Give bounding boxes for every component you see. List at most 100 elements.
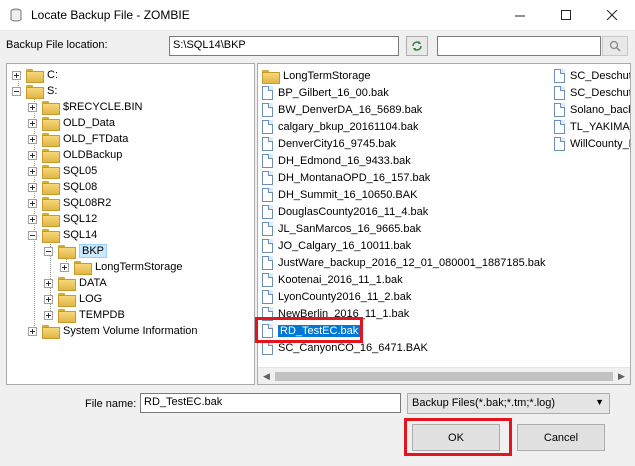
cancel-label: Cancel [543, 431, 579, 444]
expand-icon[interactable] [12, 70, 21, 80]
file-icon [262, 289, 273, 304]
file-item[interactable]: DouglasCounty2016_11_4.bak [262, 203, 428, 220]
search-input[interactable] [437, 36, 601, 56]
file-item[interactable]: TL_YAKIMA_ [554, 118, 631, 135]
tree-item[interactable]: C: [12, 67, 58, 83]
file-item[interactable]: DH_MontanaOPD_16_157.bak [262, 169, 430, 186]
tree-item[interactable]: OLD_Data [28, 115, 115, 131]
tree-item[interactable]: System Volume Information [28, 323, 198, 339]
file-item[interactable]: Kootenai_2016_11_1.bak [262, 271, 403, 288]
collapse-icon[interactable] [28, 230, 37, 240]
file-item[interactable]: LyonCounty2016_11_2.bak [262, 288, 411, 305]
file-item-label: SC_Deschute [570, 69, 630, 82]
tree-item-label: SQL05 [63, 165, 98, 177]
folder-icon [58, 309, 76, 323]
folder-icon [262, 69, 280, 84]
expand-icon[interactable] [28, 102, 37, 112]
file-icon [262, 204, 273, 219]
file-item[interactable]: BW_DenverDA_16_5689.bak [262, 101, 422, 118]
tree-item[interactable]: OLDBackup [28, 147, 122, 163]
tree-item[interactable]: OLD_FTData [28, 131, 128, 147]
file-item[interactable]: NewBerlin_2016_11_1.bak [262, 305, 409, 322]
file-item-label: RD_TestEC.bak [278, 324, 361, 337]
tree-item[interactable]: $RECYCLE.BIN [28, 99, 142, 115]
file-item[interactable]: SC_CanyonCO_16_6471.BAK [262, 339, 428, 356]
file-list[interactable]: LongTermStorage BP_Gilbert_16_00.bak BW_De… [257, 63, 631, 385]
tree-item[interactable]: DATA [44, 275, 107, 291]
tree-item[interactable]: BKP [44, 243, 108, 259]
tree-item-label: OLD_FTData [63, 133, 129, 145]
expand-icon[interactable] [28, 134, 37, 144]
tree-item[interactable]: SQL14 [28, 227, 97, 243]
tree-item[interactable]: S: [12, 83, 57, 99]
file-item[interactable]: SC_Deschute [554, 67, 630, 84]
ok-button[interactable]: OK [412, 424, 500, 451]
folder-icon [42, 197, 60, 211]
ok-label: OK [448, 431, 464, 444]
folder-tree[interactable]: C: S: $RECYCLE.BIN OLD_Data OLD_FTData OLDBac… [6, 63, 255, 385]
file-item[interactable]: WillCounty_L [554, 135, 630, 152]
file-item[interactable]: DH_Summit_16_10650.BAK [262, 186, 417, 203]
expand-icon[interactable] [28, 150, 37, 160]
horizontal-scrollbar[interactable]: ◀ ▶ [258, 367, 630, 384]
maximize-button[interactable] [543, 0, 589, 31]
file-item-label: LongTermStorage [283, 69, 371, 82]
file-icon [262, 85, 273, 100]
tree-item[interactable]: SQL08 [28, 179, 97, 195]
expand-icon[interactable] [44, 310, 53, 320]
expand-icon[interactable] [28, 198, 37, 208]
file-item-label: DenverCity16_9745.bak [278, 137, 397, 150]
file-item[interactable]: JL_SanMarcos_16_9665.bak [262, 220, 421, 237]
file-item[interactable]: BP_Gilbert_16_00.bak [262, 84, 389, 101]
folder-icon [42, 325, 60, 339]
file-item-label: BW_DenverDA_16_5689.bak [278, 103, 423, 116]
expand-icon[interactable] [28, 326, 37, 336]
file-item[interactable]: DH_Edmond_16_9433.bak [262, 152, 411, 169]
expand-icon[interactable] [60, 262, 69, 272]
tree-item-label: SQL12 [63, 213, 98, 225]
expand-icon[interactable] [28, 166, 37, 176]
folder-icon [42, 149, 60, 163]
file-name-label: File name: [85, 398, 137, 410]
expand-icon[interactable] [28, 214, 37, 224]
file-item[interactable]: Solano_back [554, 101, 630, 118]
refresh-button[interactable] [406, 36, 428, 56]
cancel-button[interactable]: Cancel [517, 424, 605, 451]
file-name-input[interactable]: RD_TestEC.bak [140, 393, 401, 413]
file-item-label: TL_YAKIMA_ [570, 120, 631, 133]
tree-item[interactable]: TEMPDB [44, 307, 125, 323]
scrollbar-thumb[interactable] [275, 372, 613, 381]
expand-icon[interactable] [28, 118, 37, 128]
collapse-icon[interactable] [12, 86, 21, 96]
file-item[interactable]: JustWare_backup_2016_12_01_080001_188718… [262, 254, 546, 271]
file-item[interactable]: SC_Deschute [554, 84, 630, 101]
scroll-left-icon[interactable]: ◀ [263, 371, 270, 382]
folder-icon [74, 261, 92, 275]
tree-item[interactable]: LOG [44, 291, 102, 307]
file-item[interactable]: DenverCity16_9745.bak [262, 135, 396, 152]
minimize-button[interactable] [497, 0, 543, 31]
tree-item-label: BKP [79, 244, 108, 258]
expand-icon[interactable] [28, 182, 37, 192]
file-item[interactable]: RD_TestEC.bak [262, 322, 361, 339]
tree-item-label: SQL08 [63, 181, 98, 193]
file-item[interactable]: LongTermStorage [262, 67, 370, 84]
file-item-label: DH_MontanaOPD_16_157.bak [278, 171, 431, 184]
file-icon [554, 136, 565, 151]
tree-item[interactable]: SQL05 [28, 163, 97, 179]
close-button[interactable] [589, 0, 635, 31]
file-item[interactable]: JO_Calgary_16_10011.bak [262, 237, 411, 254]
expand-icon[interactable] [44, 278, 53, 288]
file-icon [262, 306, 273, 321]
expand-icon[interactable] [44, 294, 53, 304]
file-item-label: SC_Deschute [570, 86, 630, 99]
tree-item[interactable]: LongTermStorage [60, 259, 182, 275]
file-item[interactable]: calgary_bkup_20161104.bak [262, 118, 418, 135]
tree-item[interactable]: SQL08R2 [28, 195, 111, 211]
file-type-select[interactable]: Backup Files(*.bak;*.tm;*.log) ▼ [407, 393, 610, 414]
search-button[interactable] [602, 36, 628, 56]
tree-item[interactable]: SQL12 [28, 211, 97, 227]
location-input[interactable]: S:\SQL14\BKP [169, 36, 399, 56]
scroll-right-icon[interactable]: ▶ [618, 371, 625, 382]
collapse-icon[interactable] [44, 246, 53, 256]
